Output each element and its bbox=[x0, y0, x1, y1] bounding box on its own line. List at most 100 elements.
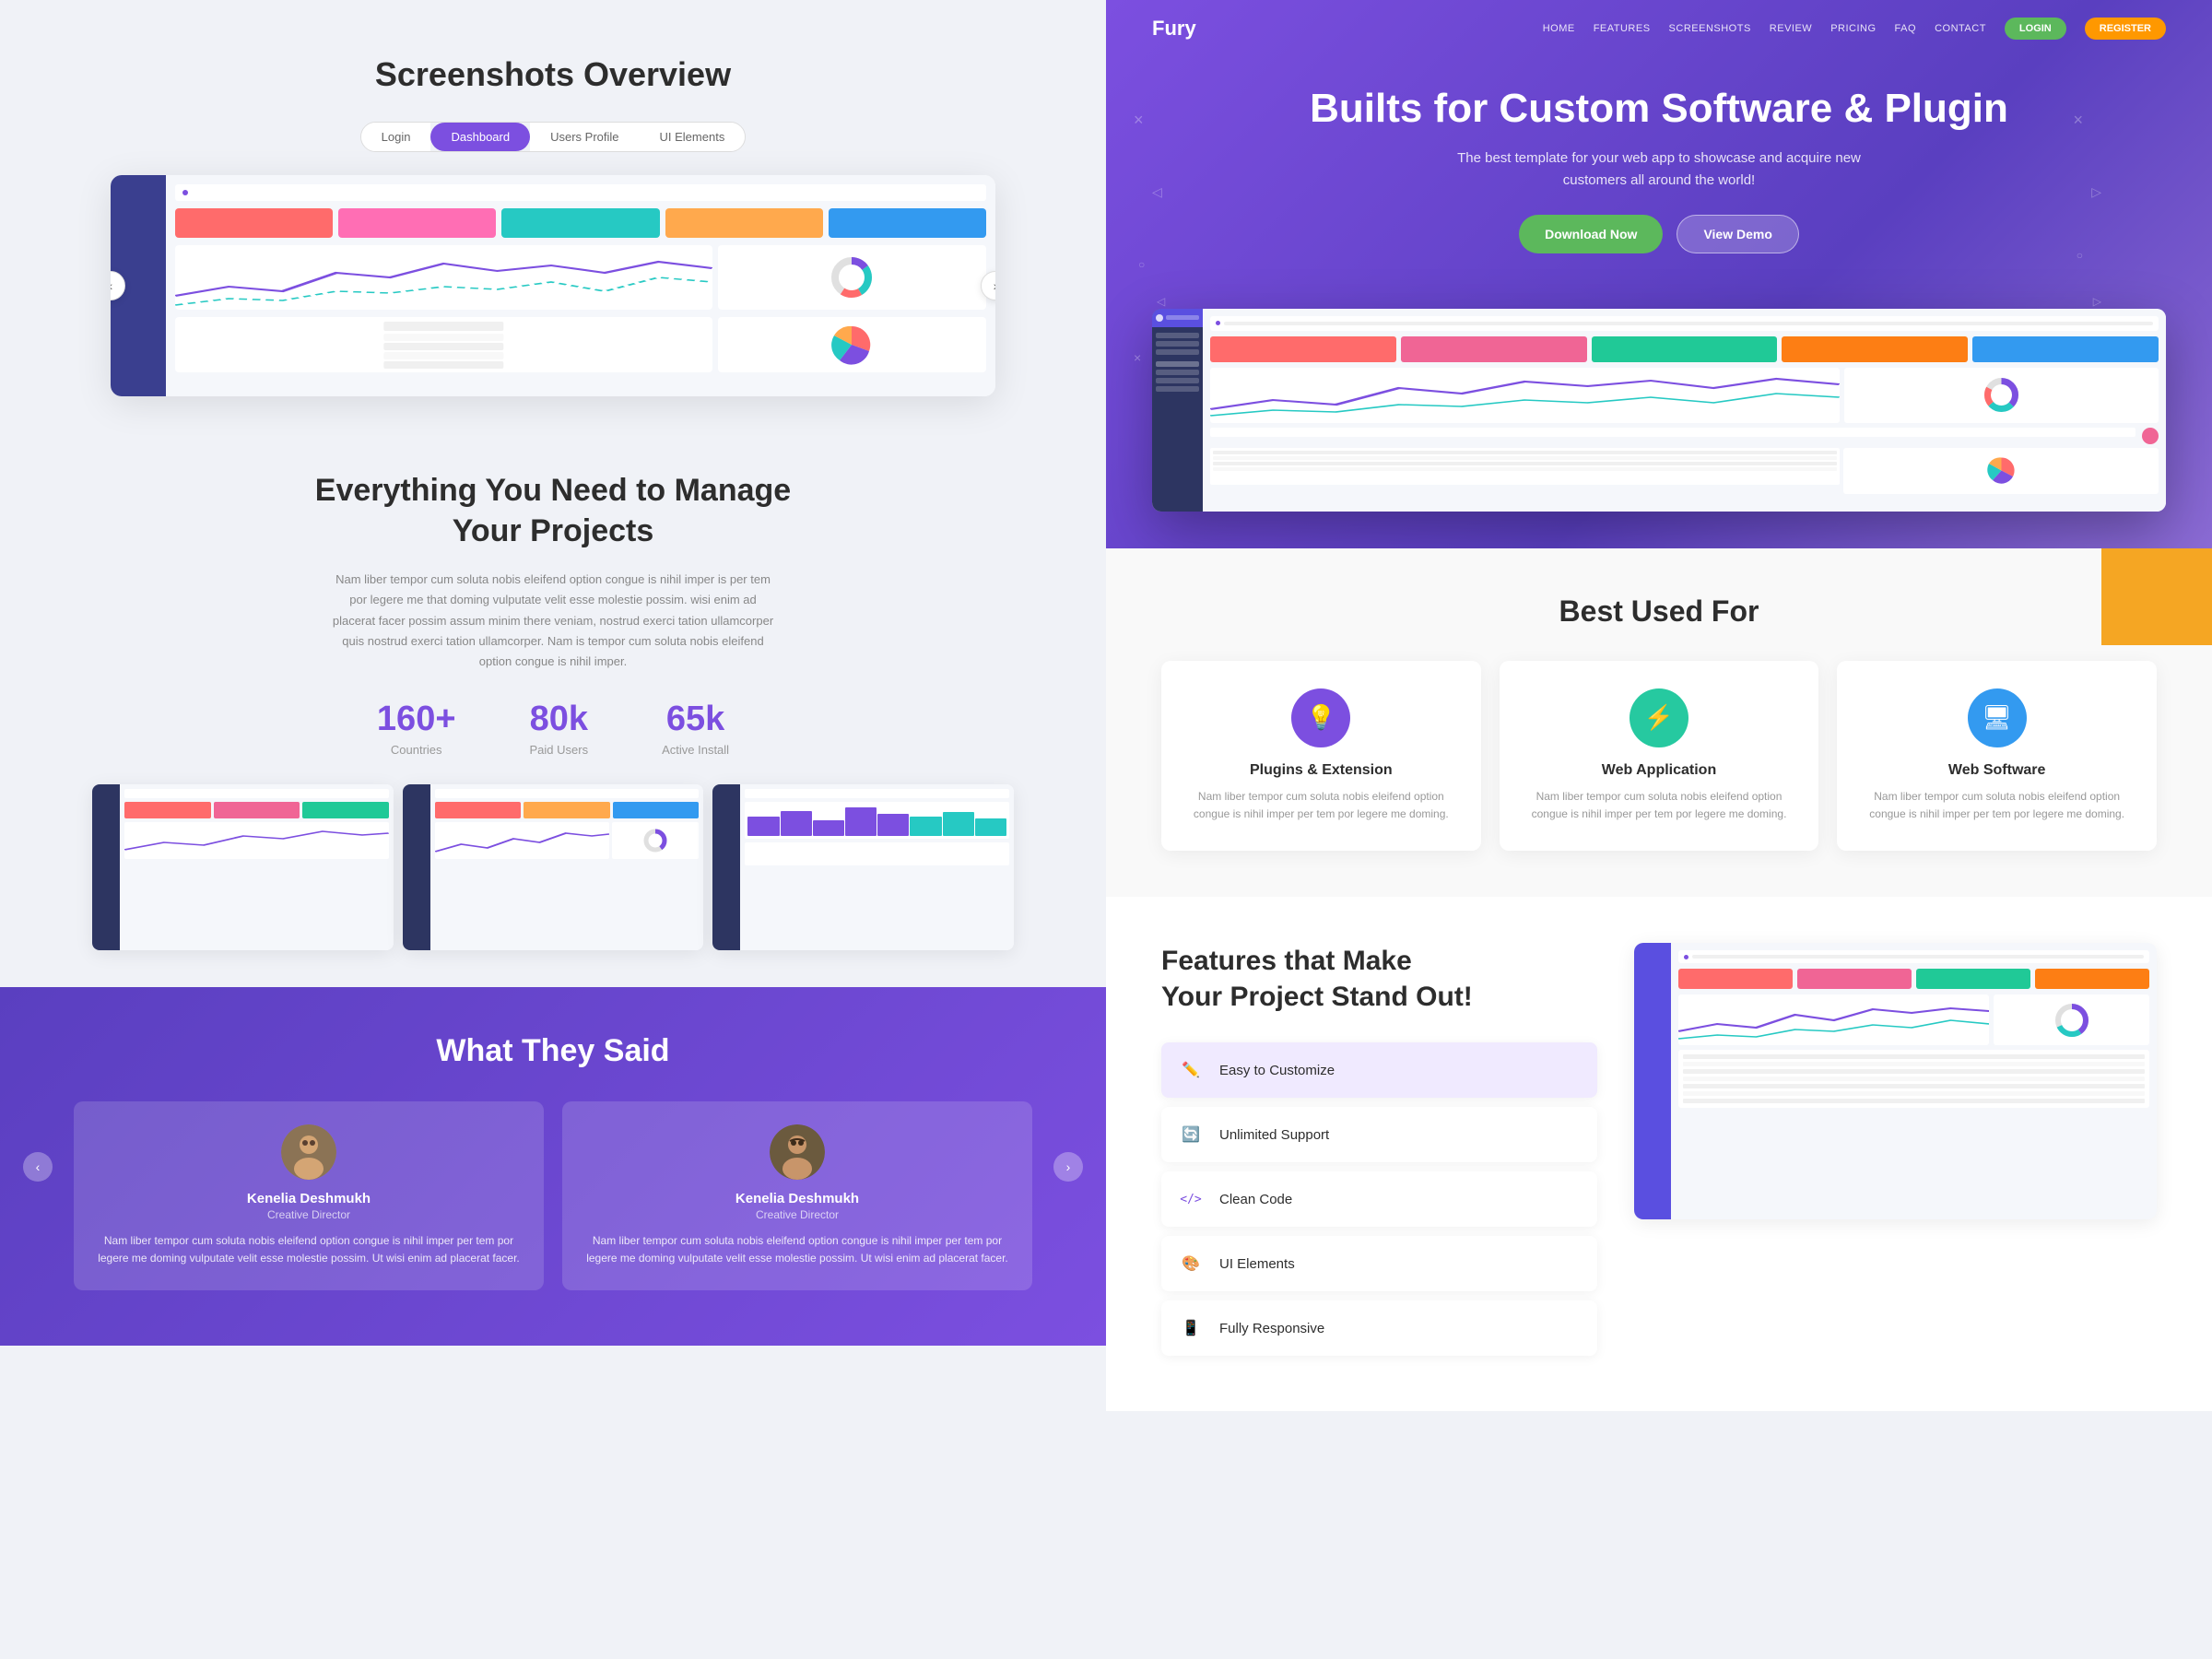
feature-label-responsive: Fully Responsive bbox=[1219, 1321, 1324, 1336]
hero-stats-row bbox=[1210, 336, 2159, 362]
feature-unlimited-support[interactable]: 🔄 Unlimited Support bbox=[1161, 1107, 1597, 1162]
use-icon-webapp: ⚡ bbox=[1630, 688, 1688, 747]
hero-content: Builts for Custom Software & Plugin The … bbox=[1106, 57, 2212, 309]
right-panel: × ◁ ○ ◁ × × ▷ ○ ▷ Fury HOME FEATURES SCR… bbox=[1106, 0, 2212, 1659]
mini-stats bbox=[175, 208, 986, 238]
nav-home[interactable]: HOME bbox=[1543, 23, 1575, 34]
feature-icon-responsive: 📱 bbox=[1176, 1313, 1206, 1343]
feature-label-customize: Easy to Customize bbox=[1219, 1063, 1335, 1078]
mini-bottom bbox=[175, 317, 986, 372]
hero-donut bbox=[1844, 368, 2159, 423]
nav-screenshots[interactable]: SCREENSHOTS bbox=[1669, 23, 1751, 34]
deco-x-3: × bbox=[2073, 111, 2083, 130]
feature-label-ui: UI Elements bbox=[1219, 1256, 1295, 1272]
register-button[interactable]: REGISTER bbox=[2085, 18, 2166, 40]
feature-icon-customize: ✏️ bbox=[1176, 1055, 1206, 1085]
tab-ui-elements[interactable]: UI Elements bbox=[640, 123, 746, 151]
feature-label-code: Clean Code bbox=[1219, 1192, 1292, 1207]
testimonial-card-1: Kenelia Deshmukh Creative Director Nam l… bbox=[74, 1101, 544, 1290]
hero-nav: Fury HOME FEATURES SCREENSHOTS REVIEW PR… bbox=[1106, 0, 2212, 57]
stat-users-value: 80k bbox=[530, 700, 589, 739]
hero-screenshot bbox=[1152, 309, 2166, 512]
hero-title: Builts for Custom Software & Plugin bbox=[1180, 85, 2138, 134]
mini-donut-chart bbox=[718, 245, 986, 310]
feature-responsive[interactable]: 📱 Fully Responsive bbox=[1161, 1300, 1597, 1356]
deco-x-1: × bbox=[1134, 111, 1144, 130]
screenshots-title: Screenshots Overview bbox=[74, 55, 1032, 94]
stat-teal bbox=[501, 208, 659, 238]
nav-pricing[interactable]: PRICING bbox=[1830, 23, 1876, 34]
feature-easy-customize[interactable]: ✏️ Easy to Customize bbox=[1161, 1042, 1597, 1098]
hero-section: × ◁ ○ ◁ × × ▷ ○ ▷ Fury HOME FEATURES SCR… bbox=[1106, 0, 2212, 548]
hero-pie bbox=[1843, 448, 2159, 494]
deco-triangle-1: ◁ bbox=[1152, 184, 1162, 200]
feature-ui-elements[interactable]: 🎨 UI Elements bbox=[1161, 1236, 1597, 1291]
use-title-plugins: Plugins & Extension bbox=[1180, 762, 1463, 779]
thumb-2 bbox=[403, 784, 704, 950]
mini-chart-area bbox=[175, 245, 986, 310]
hero-dash-header bbox=[1210, 316, 2159, 331]
testimonials-right-arrow[interactable]: › bbox=[1053, 1152, 1083, 1182]
use-card-plugins: 💡 Plugins & Extension Nam liber tempor c… bbox=[1161, 661, 1481, 851]
best-used-section: Best Used For 💡 Plugins & Extension Nam … bbox=[1106, 548, 2212, 897]
use-title-webapp: Web Application bbox=[1518, 762, 1801, 779]
stat-users-label: Paid Users bbox=[530, 743, 589, 757]
testimonial-card-2: Kenelia Deshmukh Creative Director Nam l… bbox=[562, 1101, 1032, 1290]
tab-buttons[interactable]: Login Dashboard Users Profile UI Element… bbox=[360, 122, 747, 152]
mini-dashboard bbox=[111, 175, 995, 396]
stat-installs-value: 65k bbox=[662, 700, 729, 739]
feature-label-support: Unlimited Support bbox=[1219, 1127, 1329, 1143]
stats-numbers: 160+ Countries 80k Paid Users 65k Active… bbox=[74, 700, 1032, 757]
testimonials-title: What They Said bbox=[74, 1033, 1032, 1069]
stat-red bbox=[175, 208, 333, 238]
hstat-red bbox=[1210, 336, 1396, 362]
feature-icon-ui: 🎨 bbox=[1176, 1249, 1206, 1278]
stats-description: Nam liber tempor cum soluta nobis eleife… bbox=[332, 570, 774, 671]
hero-chart-row bbox=[1210, 368, 2159, 423]
mini-pie bbox=[718, 317, 986, 372]
testimonials-left-arrow[interactable]: ‹ bbox=[23, 1152, 53, 1182]
testimonial-name-1: Kenelia Deshmukh bbox=[97, 1191, 521, 1206]
use-desc-websoftware: Nam liber tempor cum soluta nobis eleife… bbox=[1855, 788, 2138, 823]
hstat-orange bbox=[1782, 336, 1968, 362]
use-icon-websoftware: 🖥 bbox=[1968, 688, 2027, 747]
tab-users-profile[interactable]: Users Profile bbox=[530, 123, 639, 151]
features-title: Features that MakeYour Project Stand Out… bbox=[1161, 943, 1597, 1015]
login-button[interactable]: LOGIN bbox=[2005, 18, 2066, 40]
tab-login[interactable]: Login bbox=[361, 123, 431, 151]
stats-section: Everything You Need to ManageYour Projec… bbox=[0, 433, 1106, 987]
feature-icon-support: 🔄 bbox=[1176, 1120, 1206, 1149]
thumb-1 bbox=[92, 784, 394, 950]
nav-features[interactable]: FEATURES bbox=[1594, 23, 1651, 34]
deco-circle-1: ○ bbox=[1138, 258, 1145, 271]
multi-screenshot bbox=[74, 784, 1032, 950]
feature-icon-code: </> bbox=[1176, 1184, 1206, 1214]
nav-faq[interactable]: FAQ bbox=[1895, 23, 1917, 34]
testimonials-section: What They Said ‹ Kenelia Deshmukh Creati… bbox=[0, 987, 1106, 1346]
stat-installs: 65k Active Install bbox=[662, 700, 729, 757]
testimonial-text-1: Nam liber tempor cum soluta nobis eleife… bbox=[97, 1232, 521, 1267]
testimonial-cards: Kenelia Deshmukh Creative Director Nam l… bbox=[74, 1101, 1032, 1290]
features-left: Features that MakeYour Project Stand Out… bbox=[1161, 943, 1597, 1365]
download-button[interactable]: Download Now bbox=[1519, 215, 1663, 253]
tab-dashboard[interactable]: Dashboard bbox=[430, 123, 530, 151]
hero-nav-links: HOME FEATURES SCREENSHOTS REVIEW PRICING… bbox=[1543, 18, 2166, 40]
testimonial-role-2: Creative Director bbox=[585, 1208, 1009, 1221]
testimonial-name-2: Kenelia Deshmukh bbox=[585, 1191, 1009, 1206]
nav-review[interactable]: REVIEW bbox=[1770, 23, 1812, 34]
features-screenshot bbox=[1634, 943, 2157, 1219]
demo-button[interactable]: View Demo bbox=[1677, 215, 1798, 253]
use-icon-plugins: 💡 bbox=[1291, 688, 1350, 747]
feature-clean-code[interactable]: </> Clean Code bbox=[1161, 1171, 1597, 1227]
nav-contact[interactable]: CONTACT bbox=[1935, 23, 1986, 34]
stat-countries-label: Countries bbox=[377, 743, 456, 757]
hero-logo: Fury bbox=[1152, 17, 1196, 41]
testimonial-text-2: Nam liber tempor cum soluta nobis eleife… bbox=[585, 1232, 1009, 1267]
use-desc-plugins: Nam liber tempor cum soluta nobis eleife… bbox=[1180, 788, 1463, 823]
stats-title: Everything You Need to ManageYour Projec… bbox=[74, 470, 1032, 551]
mini-content bbox=[166, 175, 995, 396]
mini-header bbox=[175, 184, 986, 201]
use-card-websoftware: 🖥 Web Software Nam liber tempor cum solu… bbox=[1837, 661, 2157, 851]
testimonial-role-1: Creative Director bbox=[97, 1208, 521, 1221]
stat-installs-label: Active Install bbox=[662, 743, 729, 757]
